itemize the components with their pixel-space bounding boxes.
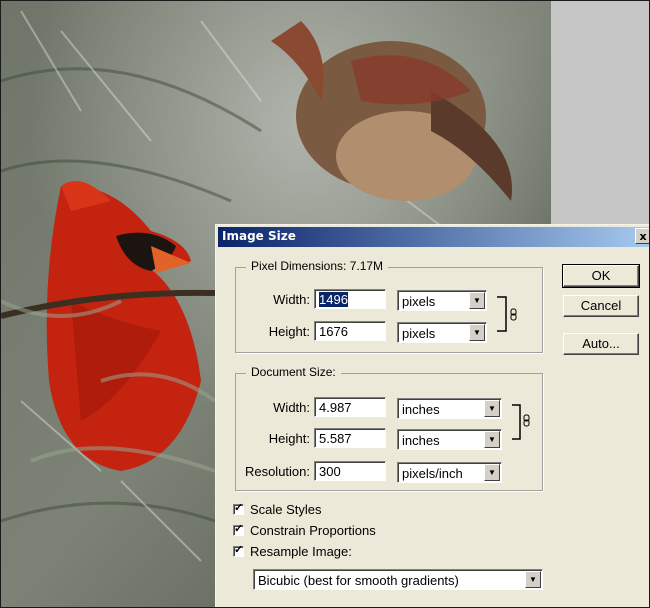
chevron-down-icon[interactable]: ▼ (525, 571, 541, 588)
pixel-dimensions-legend: Pixel Dimensions: 7.17M (246, 259, 389, 273)
chain-link-icon (497, 296, 517, 332)
app-window: Image Size x Pixel Dimensions: 7.17M Wid… (0, 0, 650, 608)
pixel-height-label: Height: (268, 324, 310, 339)
pixel-width-value: 1496 (319, 292, 348, 307)
doc-height-unit: inches (402, 433, 440, 448)
checkmark-icon: ✓ (234, 502, 244, 514)
resample-image-label: Resample Image: (250, 544, 352, 559)
pixel-height-value: 1676 (319, 324, 348, 339)
checkbox-box[interactable]: ✓ (233, 544, 244, 557)
pixel-width-label: Width: (273, 292, 310, 307)
doc-width-label: Width: (273, 400, 310, 415)
checkmark-icon: ✓ (234, 523, 244, 535)
scale-styles-label: Scale Styles (250, 502, 322, 517)
chevron-down-icon[interactable]: ▼ (484, 431, 500, 448)
ok-button[interactable]: OK (562, 264, 640, 288)
pixel-height-input[interactable]: 1676 (314, 321, 386, 341)
chevron-down-icon[interactable]: ▼ (469, 292, 485, 309)
resolution-input[interactable]: 300 (314, 461, 386, 481)
doc-width-unit: inches (402, 402, 440, 417)
doc-width-input[interactable]: 4.987 (314, 397, 386, 417)
cancel-button[interactable]: Cancel (563, 295, 639, 317)
auto-button[interactable]: Auto... (563, 333, 639, 355)
dialog-title: Image Size (222, 229, 296, 243)
pixel-width-input[interactable]: 1496 (314, 289, 386, 309)
doc-height-input[interactable]: 5.587 (314, 428, 386, 448)
dialog-titlebar[interactable]: Image Size x (218, 227, 649, 247)
chevron-down-icon[interactable]: ▼ (469, 324, 485, 341)
doc-height-unit-select[interactable]: inches ▼ (397, 429, 502, 450)
constrain-proportions-label: Constrain Proportions (250, 523, 376, 538)
checkbox-box[interactable]: ✓ (233, 523, 244, 536)
close-icon: x (639, 230, 647, 243)
resolution-value: 300 (319, 464, 341, 479)
resolution-unit: pixels/inch (402, 466, 463, 481)
document-size-legend: Document Size: (246, 365, 341, 379)
chevron-down-icon[interactable]: ▼ (484, 464, 500, 481)
pixel-width-unit: pixels (402, 294, 436, 309)
doc-height-value: 5.587 (319, 431, 352, 446)
resolution-label: Resolution: (244, 464, 310, 479)
pixel-width-unit-select[interactable]: pixels ▼ (397, 290, 487, 311)
close-button[interactable]: x (635, 228, 649, 244)
chain-link-icon (512, 404, 530, 440)
image-size-dialog: Image Size x Pixel Dimensions: 7.17M Wid… (215, 224, 649, 607)
doc-width-value: 4.987 (319, 400, 352, 415)
chevron-down-icon[interactable]: ▼ (484, 400, 500, 417)
scale-styles-checkbox[interactable]: ✓ Scale Styles (233, 502, 322, 517)
doc-height-label: Height: (268, 431, 310, 446)
resample-method-select[interactable]: Bicubic (best for smooth gradients) ▼ (253, 569, 543, 590)
resample-method-value: Bicubic (best for smooth gradients) (258, 573, 459, 588)
checkmark-icon: ✓ (234, 544, 244, 556)
doc-width-unit-select[interactable]: inches ▼ (397, 398, 502, 419)
pixel-height-unit-select[interactable]: pixels ▼ (397, 322, 487, 343)
resolution-unit-select[interactable]: pixels/inch ▼ (397, 462, 502, 483)
checkbox-box[interactable]: ✓ (233, 502, 244, 515)
constrain-proportions-checkbox[interactable]: ✓ Constrain Proportions (233, 523, 376, 538)
pixel-height-unit: pixels (402, 326, 436, 341)
resample-image-checkbox[interactable]: ✓ Resample Image: (233, 544, 352, 559)
